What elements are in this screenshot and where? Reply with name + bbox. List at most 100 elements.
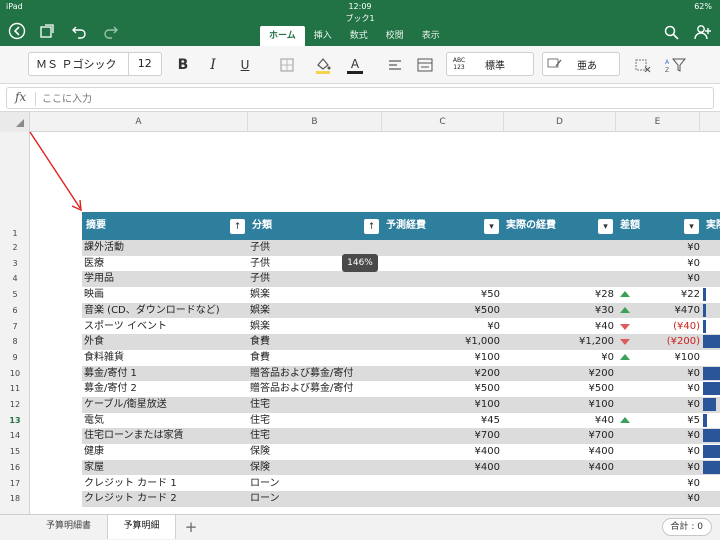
formula-input[interactable] bbox=[35, 92, 695, 106]
cell-difference[interactable]: ¥0 bbox=[634, 397, 700, 413]
cell-forecast[interactable]: ¥700 bbox=[382, 428, 500, 444]
row-number[interactable]: 9 bbox=[0, 350, 30, 366]
font-name[interactable]: ＭＳ Ｐゴシック bbox=[29, 56, 128, 72]
row-number[interactable]: 11 bbox=[0, 381, 30, 397]
tab-view[interactable]: 表示 bbox=[413, 26, 449, 46]
cell-difference[interactable]: (¥40) bbox=[634, 319, 700, 335]
underline-button[interactable]: U bbox=[234, 54, 256, 76]
table-row[interactable]: 医療 子供 ¥0 bbox=[82, 256, 720, 272]
save-share-icon[interactable] bbox=[36, 20, 58, 42]
cell-description[interactable]: クレジット カード 2 bbox=[84, 491, 246, 507]
cell-description[interactable]: クレジット カード 1 bbox=[84, 476, 246, 492]
table-row[interactable]: 募金/寄付 1 贈答品および募金/寄付 ¥200 ¥200 ¥0 bbox=[82, 365, 720, 382]
font-selector[interactable]: ＭＳ Ｐゴシック 12 bbox=[28, 52, 162, 76]
cell-difference[interactable]: ¥100 bbox=[634, 350, 700, 366]
header-difference[interactable]: 差額 bbox=[616, 212, 640, 240]
cell-difference[interactable]: ¥0 bbox=[634, 256, 700, 272]
borders-icon[interactable] bbox=[276, 54, 298, 76]
cell-actual[interactable] bbox=[502, 476, 614, 492]
cell-description[interactable]: 電気 bbox=[84, 413, 246, 429]
cell-category[interactable]: ローン bbox=[250, 476, 378, 492]
cell-difference[interactable]: ¥0 bbox=[634, 476, 700, 492]
row-number[interactable]: 13 bbox=[0, 413, 30, 429]
table-row[interactable]: 外食 食費 ¥1,000 ¥1,200 (¥200) bbox=[82, 334, 720, 350]
cell-difference[interactable]: (¥200) bbox=[634, 334, 700, 350]
table-row[interactable]: クレジット カード 1 ローン ¥0 bbox=[82, 476, 720, 492]
cell-forecast[interactable]: ¥200 bbox=[382, 366, 500, 382]
align-icon[interactable] bbox=[384, 54, 406, 76]
cell-actual[interactable]: ¥500 bbox=[502, 381, 614, 397]
row-number[interactable]: 12 bbox=[0, 397, 30, 413]
fx-icon[interactable]: fx bbox=[15, 90, 26, 104]
cell-difference[interactable]: ¥0 bbox=[634, 444, 700, 460]
table-row[interactable]: クレジット カード 2 ローン ¥0 bbox=[82, 491, 720, 507]
cell-category[interactable]: 娯楽 bbox=[250, 319, 378, 335]
wrap-merge-icon[interactable] bbox=[414, 54, 436, 76]
font-color-button[interactable]: A bbox=[344, 54, 366, 76]
cell-actual[interactable]: ¥1,200 bbox=[502, 334, 614, 350]
header-actual[interactable]: 実際の経費 bbox=[502, 212, 556, 240]
cell-description[interactable]: 食料雑貨 bbox=[84, 350, 246, 366]
cell-category[interactable]: 娯楽 bbox=[250, 287, 378, 303]
cell-forecast[interactable]: ¥100 bbox=[382, 397, 500, 413]
sort-up-icon[interactable]: ↑ bbox=[230, 219, 245, 234]
row-number[interactable]: 7 bbox=[0, 319, 30, 335]
filter-dropdown-icon[interactable]: ▾ bbox=[484, 219, 499, 234]
row-number[interactable]: 15 bbox=[0, 444, 30, 460]
row-number[interactable]: 4 bbox=[0, 271, 30, 287]
table-row[interactable]: 課外活動 子供 ¥0 bbox=[82, 240, 720, 256]
row-number[interactable]: 6 bbox=[0, 303, 30, 319]
cell-forecast[interactable]: ¥50 bbox=[382, 287, 500, 303]
search-icon[interactable] bbox=[660, 21, 682, 43]
cell-actual[interactable]: ¥0 bbox=[502, 350, 614, 366]
cell-forecast[interactable]: ¥45 bbox=[382, 413, 500, 429]
cell-forecast[interactable] bbox=[382, 476, 500, 492]
table-row[interactable]: 映画 娯楽 ¥50 ¥28 ¥22 bbox=[82, 287, 720, 303]
table-row[interactable]: 募金/寄付 2 贈答品および募金/寄付 ¥500 ¥500 ¥0 bbox=[82, 381, 720, 397]
number-format-selector[interactable]: ABC 123 標準 bbox=[446, 52, 534, 76]
filter-dropdown-icon[interactable]: ▾ bbox=[684, 219, 699, 234]
cell-description[interactable]: 映画 bbox=[84, 287, 246, 303]
cell-category[interactable]: 住宅 bbox=[250, 397, 378, 413]
header-forecast[interactable]: 予測経費 bbox=[382, 212, 426, 240]
cell-forecast[interactable] bbox=[382, 240, 500, 256]
column-header-e[interactable]: E bbox=[616, 112, 700, 132]
cell-category[interactable]: 住宅 bbox=[250, 428, 378, 444]
cell-description[interactable]: 学用品 bbox=[84, 271, 246, 287]
cell-forecast[interactable]: ¥400 bbox=[382, 444, 500, 460]
table-row[interactable]: ケーブル/衛星放送 住宅 ¥100 ¥100 ¥0 bbox=[82, 397, 720, 413]
table-row[interactable]: 家屋 保険 ¥400 ¥400 ¥0 bbox=[82, 459, 720, 476]
cell-category[interactable]: 食費 bbox=[250, 350, 378, 366]
row-number[interactable]: 18 bbox=[0, 491, 30, 507]
sheet-tab-budget-detail[interactable]: 予算明細 bbox=[108, 515, 176, 539]
sort-up-icon[interactable]: ↑ bbox=[364, 219, 379, 234]
cell-actual[interactable]: ¥700 bbox=[502, 428, 614, 444]
table-row[interactable]: 電気 住宅 ¥45 ¥40 ¥5 bbox=[82, 413, 720, 429]
column-header-c[interactable]: C bbox=[382, 112, 504, 132]
table-row[interactable]: 健康 保険 ¥400 ¥400 ¥0 bbox=[82, 444, 720, 460]
row-number[interactable]: 10 bbox=[0, 366, 30, 382]
header-category[interactable]: 分類 bbox=[248, 212, 272, 240]
cell-forecast[interactable]: ¥1,000 bbox=[382, 334, 500, 350]
cell-actual[interactable]: ¥400 bbox=[502, 460, 614, 476]
bold-button[interactable]: B bbox=[172, 54, 194, 76]
add-person-icon[interactable] bbox=[692, 21, 714, 43]
cell-actual[interactable]: ¥40 bbox=[502, 319, 614, 335]
cell-forecast[interactable]: ¥400 bbox=[382, 460, 500, 476]
cell-actual[interactable]: ¥28 bbox=[502, 287, 614, 303]
cell-category[interactable]: 住宅 bbox=[250, 413, 378, 429]
table-row[interactable]: スポーツ イベント 娯楽 ¥0 ¥40 (¥40) bbox=[82, 319, 720, 335]
cell-category[interactable]: 保険 bbox=[250, 460, 378, 476]
cell-difference[interactable]: ¥0 bbox=[634, 240, 700, 256]
status-sum[interactable]: 合計 : 0 bbox=[661, 518, 712, 536]
cell-description[interactable]: 外食 bbox=[84, 334, 246, 350]
cell-category[interactable]: 娯楽 bbox=[250, 303, 378, 319]
cell-actual[interactable] bbox=[502, 271, 614, 287]
undo-icon[interactable] bbox=[68, 20, 90, 42]
cell-forecast[interactable] bbox=[382, 271, 500, 287]
cell-difference[interactable]: ¥22 bbox=[634, 287, 700, 303]
cell-description[interactable]: 募金/寄付 2 bbox=[84, 381, 246, 397]
cell-forecast[interactable] bbox=[382, 256, 500, 272]
cell-difference[interactable]: ¥470 bbox=[634, 303, 700, 319]
cell-difference[interactable]: ¥0 bbox=[634, 271, 700, 287]
